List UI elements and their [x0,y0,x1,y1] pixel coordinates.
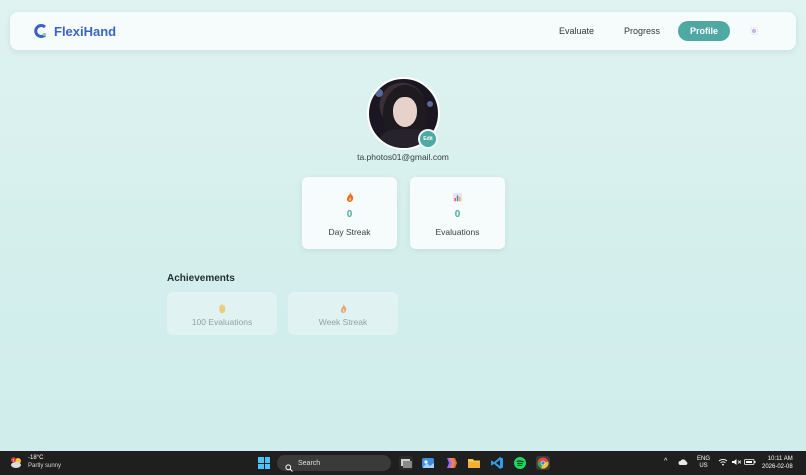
chrome-icon[interactable] [536,456,550,470]
clock-time: 10:11 AM [767,456,793,462]
top-navbar: FlexiHand Evaluate Progress Profile [10,12,796,50]
achievement-label: Week Streak [318,317,368,327]
brand-name: FlexiHand [54,23,117,39]
nav-evaluate[interactable]: Evaluate [559,26,594,36]
language-indicator[interactable]: ENG US [697,456,710,470]
wifi-icon[interactable] [718,458,728,468]
search-icon [285,459,293,472]
stat-card-day-streak: 0 Day Streak [302,177,397,249]
copilot-icon[interactable] [444,456,458,470]
search-placeholder: Search [298,459,321,467]
achievement-label: 100 Evaluations [191,317,253,327]
taskbar-search[interactable]: Search [277,455,391,472]
day-streak-label: Day Streak [328,227,371,237]
achievement-100-evaluations: 100 Evaluations [167,292,277,335]
edit-avatar-button[interactable]: Edit [418,129,438,149]
avatar-wrapper: Edit [367,77,440,150]
nav-links: Evaluate Progress Profile [559,12,796,50]
hand-icon [218,303,226,313]
weather-widget[interactable]: 1 -18°C Partly sunny [10,454,61,470]
evaluations-label: Evaluations [435,227,480,237]
sun-icon[interactable] [748,25,760,37]
task-view-icon[interactable] [399,456,413,470]
windows-start-icon[interactable] [258,457,270,469]
weather-text: -18°C Partly sunny [28,454,61,470]
spotify-icon[interactable] [513,456,527,470]
file-explorer-icon[interactable] [467,456,481,470]
region-label: US [699,463,708,469]
vscode-icon[interactable] [490,456,504,470]
achievements-title: Achievements [167,273,235,284]
system-clock[interactable]: 10:11 AM 2026-02-08 [762,455,793,471]
brand[interactable]: FlexiHand [34,24,116,39]
weather-desc: Partly sunny [28,463,62,469]
achievement-week-streak: Week Streak [288,292,398,335]
cloud-icon[interactable] [678,458,688,468]
chart-icon [453,191,462,203]
volume-muted-icon[interactable] [731,458,742,468]
edit-avatar-label: Edit [423,136,433,142]
language-label: ENG [697,456,711,462]
logo-icon [34,24,48,38]
photos-app-icon[interactable] [421,456,435,470]
battery-icon[interactable] [744,458,756,468]
day-streak-value: 0 [346,209,353,220]
chevron-up-icon[interactable]: ^ [664,458,667,465]
taskbar: 1 -18°C Partly sunny Search ^ ENG US 10:… [0,451,806,475]
fire-icon [346,191,354,203]
clock-date: 2026-02-08 [762,464,793,470]
stat-card-evaluations: 0 Evaluations [410,177,505,249]
nav-progress[interactable]: Progress [624,26,660,36]
fire-icon [340,303,347,313]
weather-badge-count: 1 [12,458,14,462]
evaluations-value: 0 [454,209,461,220]
user-email: ta.photos01@gmail.com [357,152,449,162]
weather-icon: 1 [10,456,24,468]
weather-temp: -18°C [28,455,44,461]
nav-profile[interactable]: Profile [677,21,730,41]
